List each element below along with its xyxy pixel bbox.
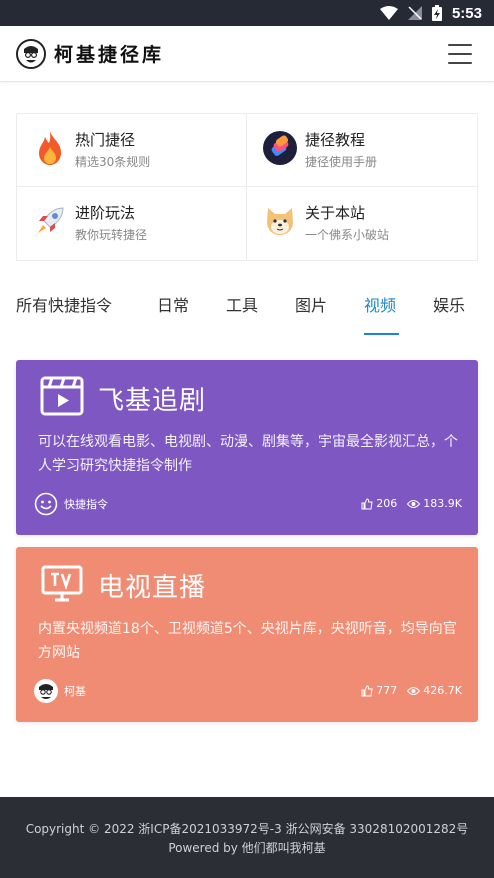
menu-line-icon: [448, 62, 472, 64]
site-footer: Copyright © 2022 浙ICP备2021033972号-3 浙公网安…: [0, 797, 494, 878]
status-icons: 5:53: [379, 4, 482, 22]
tab-entertainment[interactable]: 娱乐: [433, 292, 465, 316]
likes-count: 206: [376, 497, 398, 510]
site-logo[interactable]: [16, 39, 46, 69]
card-stats: 206 183.9K: [361, 497, 462, 510]
quick-link-subtitle: 教你玩转捷径: [75, 228, 148, 242]
tv-icon: [40, 563, 84, 603]
views-count: 183.9K: [423, 497, 462, 510]
views-stat: 426.7K: [407, 684, 462, 697]
site-title[interactable]: 柯基捷径库: [54, 40, 164, 67]
card-title: 飞基追剧: [98, 386, 207, 416]
tab-video[interactable]: 视频: [364, 292, 396, 316]
video-player-icon: [40, 376, 84, 416]
shortcuts-app-icon: [263, 131, 297, 165]
tab-daily[interactable]: 日常: [157, 292, 189, 316]
menu-line-icon: [448, 53, 472, 55]
menu-line-icon: [448, 44, 472, 46]
status-bar: 5:53: [0, 0, 494, 26]
battery-charging-icon: [431, 5, 442, 21]
quick-link-subtitle: 捷径使用手册: [305, 155, 378, 169]
quick-links-grid: 热门捷径 精选30条规则 捷径教程 捷径使用手册 进阶玩法 教你玩转捷径 关于本…: [16, 113, 478, 261]
app-header: 柯基捷径库: [0, 26, 494, 82]
shiba-dog-icon: [263, 204, 297, 238]
corgi-avatar-icon: [34, 679, 58, 703]
quick-link-tutorial[interactable]: 捷径教程 捷径使用手册: [247, 114, 477, 187]
hamburger-menu-button[interactable]: [448, 44, 472, 64]
tab-all-shortcuts[interactable]: 所有快捷指令: [16, 292, 112, 316]
card-description: 可以在线观看电影、电视剧、动漫、剧集等，宇宙最全影视汇总，个人学习研究快捷指令制…: [38, 434, 458, 474]
quick-link-subtitle: 一个佛系小破站: [305, 228, 390, 242]
card-author-name: 快捷指令: [64, 498, 108, 511]
likes-stat[interactable]: 206: [361, 497, 397, 510]
likes-stat[interactable]: 777: [361, 684, 397, 697]
footer-powered-by: Powered by 他们都叫我柯基: [168, 841, 326, 855]
flame-icon: [33, 131, 67, 165]
eye-icon: [407, 686, 421, 695]
no-signal-icon: [407, 6, 422, 20]
wifi-icon: [379, 6, 398, 20]
card-stats: 777 426.7K: [361, 684, 462, 697]
quick-link-title: 捷径教程: [305, 131, 366, 149]
card-author[interactable]: 柯基: [34, 679, 86, 703]
tab-tools[interactable]: 工具: [226, 292, 258, 316]
category-tabs: 所有快捷指令 日常 工具 图片 视频 娱乐: [0, 282, 494, 338]
quick-link-advanced[interactable]: 进阶玩法 教你玩转捷径: [17, 187, 247, 260]
shortcut-card[interactable]: 飞基追剧 可以在线观看电影、电视剧、动漫、剧集等，宇宙最全影视汇总，个人学习研究…: [16, 360, 478, 535]
thumbs-up-icon: [361, 497, 373, 509]
rocket-icon: [33, 204, 67, 238]
quick-link-title: 进阶玩法: [75, 204, 136, 222]
card-author[interactable]: 快捷指令: [34, 492, 108, 516]
thumbs-up-icon: [361, 684, 373, 696]
smiley-avatar-icon: [34, 492, 58, 516]
quick-link-title: 关于本站: [305, 204, 366, 222]
active-tab-indicator: [364, 333, 399, 335]
card-description: 内置央视频道18个、卫视频道5个、央视片库，央视听音，均导向官方网站: [38, 621, 457, 661]
quick-link-about[interactable]: 关于本站 一个佛系小破站: [247, 187, 477, 260]
tab-images[interactable]: 图片: [295, 292, 327, 316]
shortcut-card[interactable]: 电视直播 内置央视频道18个、卫视频道5个、央视片库，央视听音，均导向官方网站 …: [16, 547, 478, 722]
quick-link-subtitle: 精选30条规则: [75, 155, 151, 169]
status-time: 5:53: [451, 4, 482, 22]
views-stat: 183.9K: [407, 497, 462, 510]
quick-link-hot[interactable]: 热门捷径 精选30条规则: [17, 114, 247, 187]
card-author-name: 柯基: [64, 685, 86, 698]
corgi-avatar-icon: [18, 41, 44, 67]
likes-count: 777: [376, 684, 398, 697]
quick-link-title: 热门捷径: [75, 131, 136, 149]
eye-icon: [407, 499, 421, 508]
views-count: 426.7K: [423, 684, 462, 697]
footer-copyright: Copyright © 2022 浙ICP备2021033972号-3 浙公网安…: [25, 822, 469, 836]
card-title: 电视直播: [98, 573, 207, 603]
